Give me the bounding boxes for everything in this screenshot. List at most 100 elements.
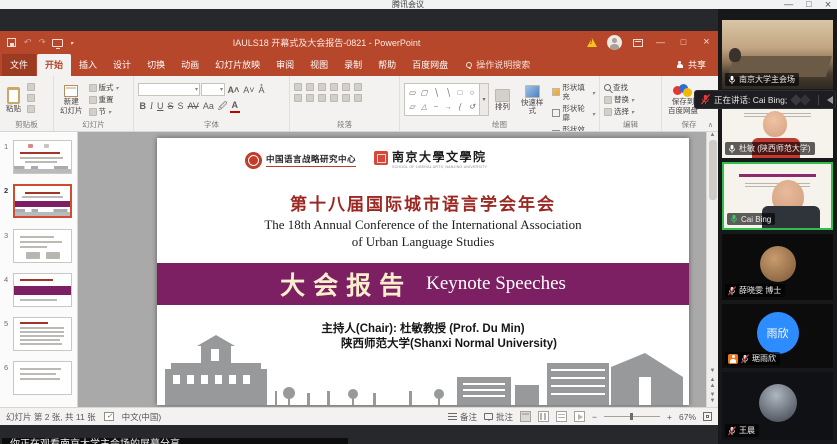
shape-rotate-icon[interactable]: ↺ (469, 103, 475, 111)
shape-rect-icon[interactable]: ▭ (408, 89, 415, 97)
underline-button[interactable]: U (156, 100, 166, 112)
slide-thumbnail-1[interactable] (13, 140, 72, 174)
slide-scrollbar[interactable]: ▲ ▼ ▲▲ ▼▼ (706, 132, 718, 407)
normal-view-button[interactable] (520, 411, 531, 422)
video-tile-yuxin[interactable]: 雨欣 琚雨欣 (722, 304, 833, 368)
align-right-icon[interactable] (318, 94, 326, 102)
copy-icon[interactable] (27, 94, 35, 102)
shape-gallery[interactable]: ▭▢╲╲□○ ▱△~→{↺ ▾ (404, 79, 489, 120)
tab-home[interactable]: 开始 (37, 54, 71, 76)
comments-toggle[interactable]: 批注 (484, 411, 513, 423)
shape-square-icon[interactable]: □ (458, 89, 463, 97)
scrollbar-thumb[interactable] (709, 140, 717, 200)
decrease-indent-icon[interactable] (318, 83, 326, 91)
strikethrough-button[interactable]: S (166, 100, 175, 112)
redo-icon[interactable] (38, 38, 46, 47)
cut-icon[interactable] (27, 83, 35, 91)
tab-help[interactable]: 帮助 (370, 54, 404, 76)
layout-button[interactable]: 版式 (89, 83, 119, 92)
zoom-slider-knob[interactable] (630, 413, 633, 420)
now-speaking-bar[interactable]: 正在讲话: Cai Bing; (694, 90, 836, 109)
replace-button[interactable]: 替换 (604, 95, 634, 104)
shape-line2-icon[interactable]: ╲ (446, 89, 451, 97)
highlight-button[interactable]: 🖉 (216, 100, 229, 112)
ppt-close-button[interactable] (695, 31, 718, 54)
font-name-combo[interactable] (138, 83, 200, 96)
spellcheck-icon[interactable] (104, 412, 114, 421)
arrange-button[interactable]: 排列 (493, 79, 512, 120)
shape-brace-icon[interactable]: { (459, 103, 462, 111)
new-slide-button[interactable]: 新建 幻灯片 (58, 79, 85, 120)
section-button[interactable]: 节 (89, 107, 119, 116)
undo-icon[interactable] (23, 38, 31, 47)
account-button[interactable] (603, 31, 626, 54)
tab-file[interactable]: 文件 (2, 54, 36, 76)
font-size-combo[interactable] (201, 83, 225, 96)
tab-view[interactable]: 视图 (302, 54, 336, 76)
shape-gallery-more-icon[interactable]: ▾ (480, 83, 489, 116)
slide-thumbnail-6[interactable] (13, 361, 72, 395)
save-icon[interactable] (7, 38, 16, 47)
ppt-restore-button[interactable] (672, 31, 695, 54)
bold-button[interactable]: B (138, 100, 148, 112)
slide-sorter-view-button[interactable] (538, 411, 549, 422)
collapse-panel-arrow-icon[interactable] (823, 96, 833, 104)
zoom-level[interactable]: 67% (679, 412, 696, 422)
char-spacing-button[interactable]: AV (186, 100, 200, 112)
tab-baidu-netdisk[interactable]: 百度网盘 (404, 54, 456, 76)
paste-button[interactable]: 粘贴 (4, 79, 23, 120)
smartart-convert-icon[interactable] (354, 94, 362, 102)
font-color-button[interactable]: A (230, 99, 240, 113)
shape-oval-icon[interactable]: ○ (470, 89, 475, 97)
screen-share-toast[interactable]: 你正在观看南京大学主会场的屏幕分享 (2, 438, 348, 444)
share-button[interactable]: 共享 (664, 58, 718, 76)
tell-me-search[interactable]: 操作说明搜索 (466, 58, 530, 76)
format-painter-icon[interactable] (27, 105, 35, 113)
language-indicator[interactable]: 中文(中国) (122, 411, 162, 423)
shape-arrow-icon[interactable]: → (444, 103, 452, 111)
shrink-font-icon[interactable]: A˅ (242, 84, 256, 96)
video-tile-xuexiaowen[interactable]: 薛晓雯 博士 (722, 234, 833, 300)
select-button[interactable]: 选择 (604, 107, 634, 116)
tab-slideshow[interactable]: 幻灯片放映 (207, 54, 268, 76)
tab-insert[interactable]: 插入 (71, 54, 105, 76)
zoom-out-icon[interactable]: − (592, 412, 597, 422)
next-slide-icon[interactable]: ▼▼ (710, 392, 716, 404)
grow-font-icon[interactable]: A˄ (226, 84, 241, 96)
tab-design[interactable]: 设计 (105, 54, 139, 76)
shape-parallelogram-icon[interactable]: ▱ (409, 103, 415, 111)
bullets-icon[interactable] (294, 83, 302, 91)
clear-format-icon[interactable]: A̽ (257, 84, 266, 96)
find-button[interactable]: 查找 (604, 83, 634, 92)
video-tile-caibing-active-speaker[interactable]: Cai Bing (722, 162, 833, 230)
slideshow-view-button[interactable] (574, 411, 585, 422)
tab-transitions[interactable]: 切换 (139, 54, 173, 76)
shape-arc-icon[interactable]: ~ (434, 103, 438, 111)
reset-button[interactable]: 重置 (89, 95, 119, 104)
collapse-ribbon-icon[interactable]: ∧ (708, 121, 713, 129)
previous-slide-icon[interactable]: ▲▲ (710, 377, 716, 389)
mic-muted-icon[interactable] (701, 94, 710, 105)
numbering-icon[interactable] (306, 83, 314, 91)
slide-thumbnail-4[interactable] (13, 273, 72, 307)
tab-animations[interactable]: 动画 (173, 54, 207, 76)
shape-triangle-icon[interactable]: △ (421, 103, 427, 111)
increase-indent-icon[interactable] (330, 83, 338, 91)
italic-button[interactable]: I (149, 100, 155, 112)
zoom-in-icon[interactable]: + (667, 412, 672, 422)
zoom-slider[interactable] (604, 416, 660, 417)
shape-rounded-icon[interactable]: ▢ (420, 89, 427, 97)
upload-pending-button[interactable] (580, 31, 603, 54)
slide-thumbnail-3[interactable] (13, 229, 72, 263)
tab-record[interactable]: 录制 (336, 54, 370, 76)
start-slideshow-icon[interactable] (52, 39, 63, 47)
video-tile-room[interactable]: 南京大学主会场 (722, 20, 833, 89)
change-case-button[interactable]: Aa (201, 100, 215, 112)
tab-review[interactable]: 审阅 (268, 54, 302, 76)
ppt-minimize-button[interactable] (649, 31, 672, 54)
fit-slide-to-window-icon[interactable] (703, 412, 712, 421)
justify-icon[interactable] (330, 94, 338, 102)
text-direction-icon[interactable] (354, 83, 362, 91)
video-tile-wangchen[interactable]: 王晨 (722, 372, 833, 440)
reading-view-button[interactable] (556, 411, 567, 422)
